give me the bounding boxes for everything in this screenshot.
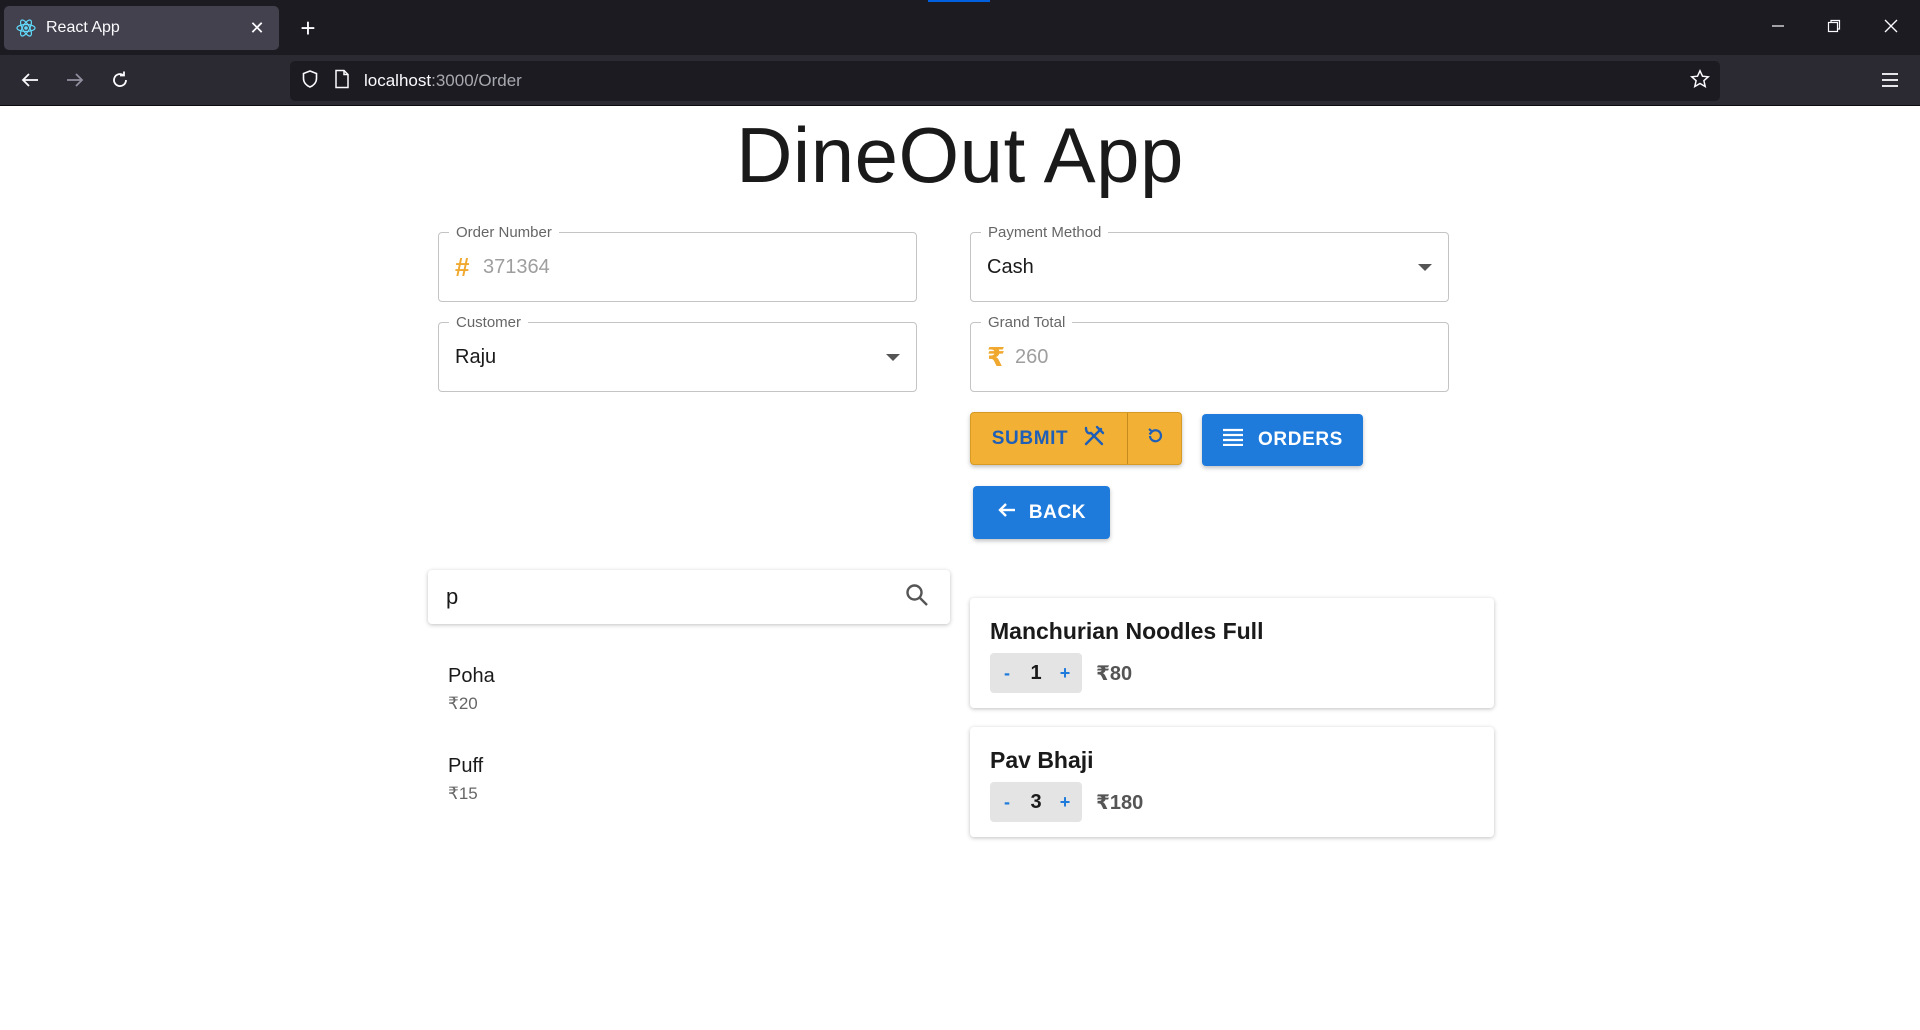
order-number-value: 371364 <box>483 255 550 278</box>
reset-icon <box>1145 426 1165 452</box>
bookmark-star-icon[interactable] <box>1689 68 1711 94</box>
search-icon[interactable] <box>904 582 930 613</box>
tab-drag-indicator <box>928 0 990 2</box>
url-bar[interactable]: localhost:3000/Order <box>290 61 1720 101</box>
menu-item-price: ₹15 <box>448 784 478 803</box>
hamburger-menu-icon[interactable] <box>1872 62 1908 98</box>
react-logo-icon <box>16 18 36 38</box>
search-input[interactable]: p <box>446 584 904 610</box>
payment-method-value: Cash <box>987 255 1034 278</box>
order-item-card: Manchurian Noodles Full - 1 + ₹80 <box>970 598 1494 708</box>
order-item-name: Manchurian Noodles Full <box>990 618 1264 644</box>
payment-method-select[interactable]: Payment Method Cash <box>970 224 1449 302</box>
quantity-value: 3 <box>1030 790 1042 813</box>
url-host: localhost <box>364 71 432 90</box>
browser-nav-bar: localhost:3000/Order <box>0 55 1920 106</box>
order-item-name: Pav Bhaji <box>990 747 1094 773</box>
back-arrow-icon[interactable] <box>12 62 48 98</box>
orders-label: ORDERS <box>1258 429 1343 450</box>
orders-button[interactable]: ORDERS <box>1202 414 1363 466</box>
hash-icon: # <box>455 251 470 282</box>
customer-label: Customer <box>449 314 529 331</box>
submit-button-group: SUBMIT <box>970 412 1182 465</box>
menu-item-price: ₹20 <box>448 694 478 713</box>
decrement-button[interactable]: - <box>1000 663 1014 684</box>
payment-method-label: Payment Method <box>981 224 1109 241</box>
new-tab-icon[interactable]: + <box>292 12 324 44</box>
tab-close-icon[interactable]: ✕ <box>247 18 267 39</box>
tab-title: React App <box>46 19 120 36</box>
back-label: BACK <box>1028 501 1087 523</box>
customer-select[interactable]: Customer Raju <box>438 314 917 392</box>
shield-icon[interactable] <box>300 69 320 94</box>
url-path: :3000/Order <box>431 71 522 90</box>
app-title: DineOut App <box>736 111 1184 199</box>
quantity-stepper: - 1 + <box>990 653 1082 693</box>
dropdown-arrow-icon[interactable] <box>886 353 900 361</box>
minimize-icon[interactable] <box>1758 8 1798 44</box>
menu-list-item[interactable]: Puff ₹15 <box>448 755 928 804</box>
menu-item-name: Puff <box>448 755 484 777</box>
reload-icon[interactable] <box>102 62 138 98</box>
grand-total-value: 260 <box>1015 345 1049 368</box>
quantity-value: 1 <box>1030 661 1042 684</box>
decrement-button[interactable]: - <box>1000 792 1014 813</box>
back-button[interactable]: BACK <box>973 486 1110 539</box>
arrow-left-icon <box>997 500 1017 526</box>
grand-total-field[interactable]: Grand Total ₹ 260 <box>970 314 1449 392</box>
list-icon <box>1222 428 1244 452</box>
customer-value: Raju <box>455 345 497 368</box>
increment-button[interactable]: + <box>1058 792 1072 813</box>
menu-search-bar[interactable]: p <box>428 570 950 624</box>
order-item-price: ₹180 <box>1096 791 1144 814</box>
page-icon[interactable] <box>334 69 350 94</box>
menu-list-item[interactable]: Poha ₹20 <box>448 665 928 714</box>
browser-tab-bar: React App ✕ + <box>0 0 1920 55</box>
restore-icon[interactable] <box>1814 8 1854 44</box>
submit-button[interactable]: SUBMIT <box>971 413 1128 464</box>
browser-tab[interactable]: React App ✕ <box>4 6 279 50</box>
grand-total-label: Grand Total <box>981 314 1073 331</box>
reset-button[interactable] <box>1128 413 1181 464</box>
close-window-icon[interactable] <box>1871 8 1911 44</box>
order-number-label: Order Number <box>449 224 559 241</box>
order-item-price: ₹80 <box>1096 662 1133 685</box>
order-item-card: Pav Bhaji - 3 + ₹180 <box>970 727 1494 837</box>
increment-button[interactable]: + <box>1058 663 1072 684</box>
dropdown-arrow-icon[interactable] <box>1418 263 1432 271</box>
order-number-field[interactable]: Order Number # 371364 <box>438 224 917 302</box>
restaurant-utensils-icon <box>1082 424 1106 454</box>
submit-label: SUBMIT <box>991 427 1069 449</box>
quantity-stepper: - 3 + <box>990 782 1082 822</box>
forward-arrow-icon[interactable] <box>57 62 93 98</box>
menu-item-name: Poha <box>448 665 495 687</box>
rupee-icon: ₹ <box>987 341 1006 372</box>
